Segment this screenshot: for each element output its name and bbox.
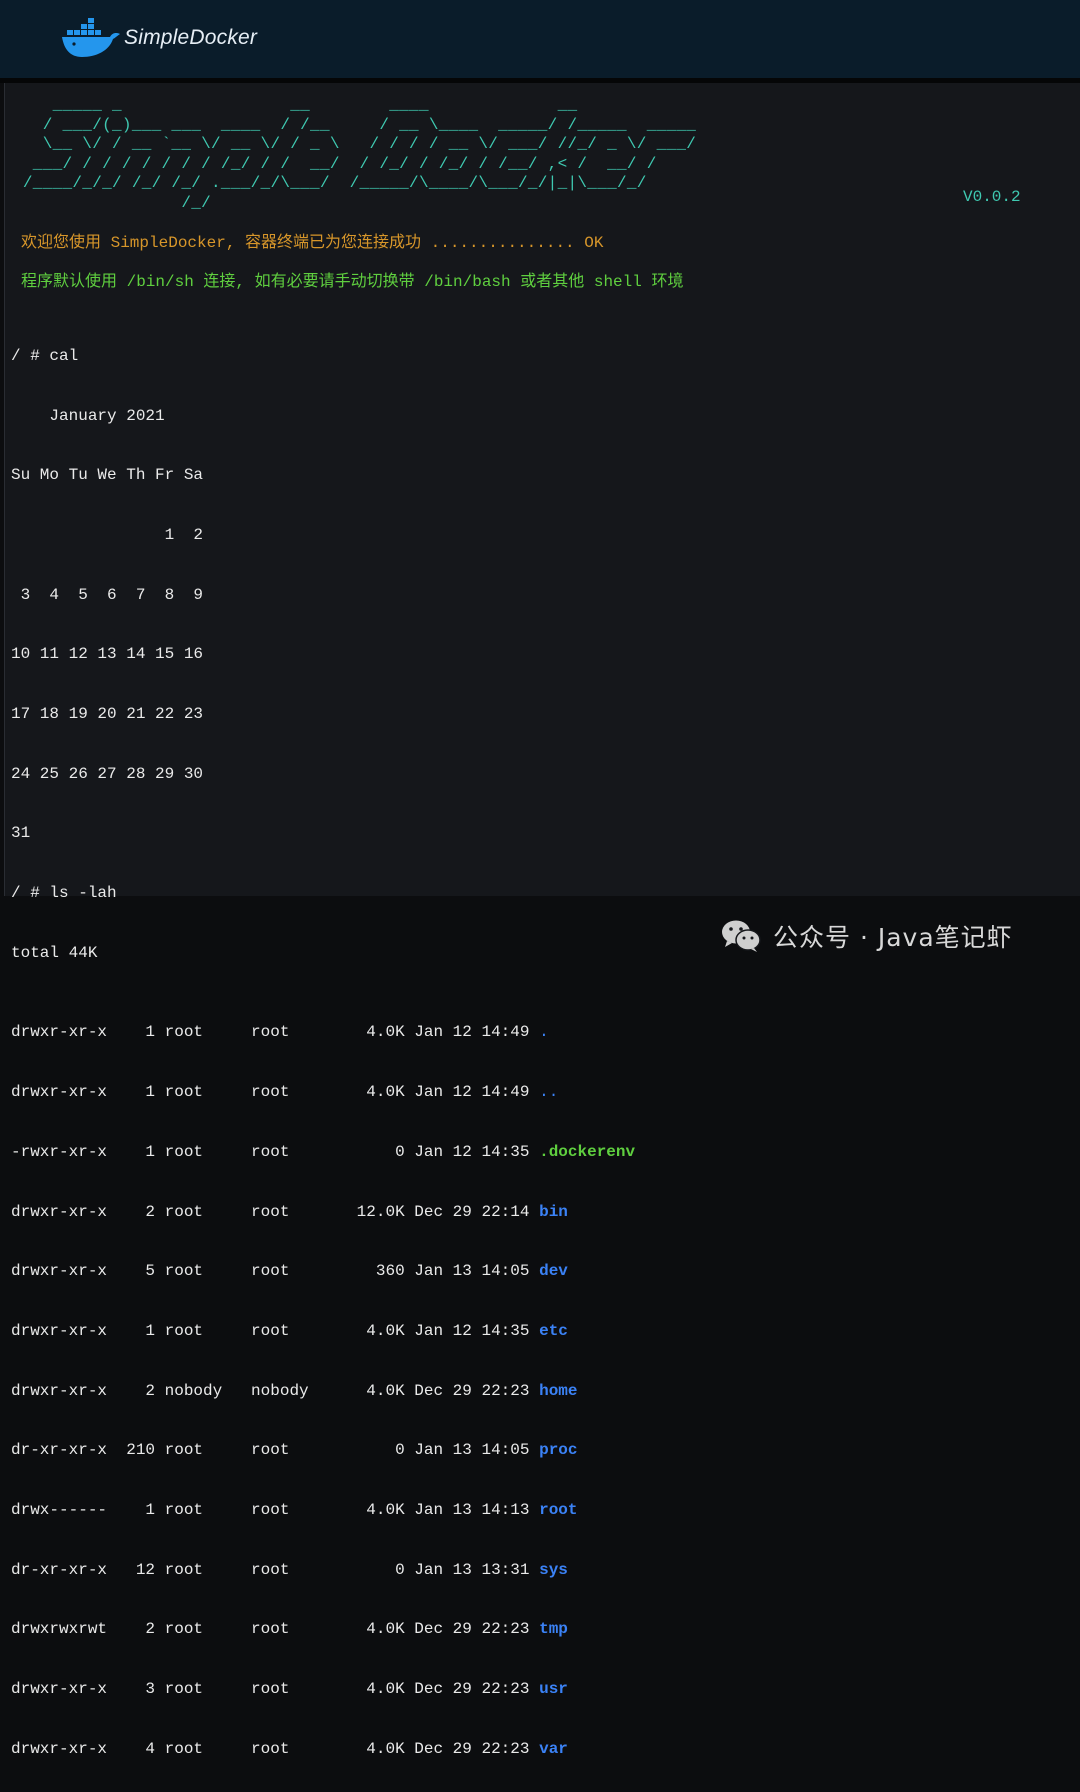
ls-row-name: var [539, 1739, 568, 1758]
ls-row: drwxr-xr-x 4 root root 4.0K Dec 29 22:23… [11, 1740, 635, 1760]
ls-row: drwxr-xr-x 1 root root 4.0K Jan 12 14:49… [11, 1083, 635, 1103]
ls-row-name: bin [539, 1202, 568, 1221]
ls-row-name: sys [539, 1560, 568, 1579]
ls-row-meta: -rwxr-xr-x 1 root root 0 Jan 12 14:35 [11, 1142, 540, 1161]
ls-row: -rwxr-xr-x 1 root root 0 Jan 12 14:35 .d… [11, 1143, 635, 1163]
ls-row: drwxrwxrwt 2 root root 4.0K Dec 29 22:23… [11, 1620, 635, 1640]
cal-line: 31 [11, 824, 31, 843]
welcome-message: 欢迎您使用 SimpleDocker, 容器终端已为您连接成功 ........… [21, 234, 604, 252]
ascii-banner: _____ _ __ ____ __ / ___/(_)___ ___ ____… [22, 96, 697, 212]
ls-total: total 44K [11, 943, 98, 962]
command-line-cal: / # cal [11, 346, 79, 365]
ls-row: dr-xr-xr-x 12 root root 0 Jan 13 13:31 s… [11, 1561, 635, 1581]
ls-row-name: proc [539, 1441, 578, 1460]
ls-row-meta: drwxr-xr-x 3 root root 4.0K Dec 29 22:23 [11, 1680, 540, 1699]
app-brand-name: SimpleDocker [124, 26, 258, 49]
cal-line: 17 18 19 20 21 22 23 [11, 705, 204, 724]
ls-row-name: home [539, 1381, 578, 1400]
ls-row-meta: drwxr-xr-x 4 root root 4.0K Dec 29 22:23 [11, 1739, 540, 1758]
terminal-window[interactable]: _____ _ __ ____ __ / ___/(_)___ ___ ____… [4, 83, 1080, 1758]
ls-row: dr-xr-xr-x 210 root root 0 Jan 13 14:05 … [11, 1441, 635, 1461]
ls-row: drwxr-xr-x 3 root root 4.0K Dec 29 22:23… [11, 1680, 635, 1700]
version-label: V0.0.2 [963, 188, 1021, 206]
cal-line: 24 25 26 27 28 29 30 [11, 764, 204, 783]
ls-row: drwxr-xr-x 2 root root 12.0K Dec 29 22:1… [11, 1203, 635, 1223]
ls-row-name: etc [539, 1321, 568, 1340]
ls-row-meta: drwx------ 1 root root 4.0K Jan 13 14:13 [11, 1501, 540, 1520]
watermark-text: 公众号 · Java笔记虾 [773, 923, 1013, 952]
ls-row-name: tmp [539, 1620, 568, 1639]
ls-row-name: root [539, 1501, 578, 1520]
ls-row-name: dev [539, 1262, 568, 1281]
ls-row-meta: dr-xr-xr-x 210 root root 0 Jan 13 14:05 [11, 1441, 540, 1460]
cal-line: 1 2 [11, 525, 204, 544]
cal-line: 10 11 12 13 14 15 16 [11, 645, 204, 664]
docker-whale-icon [62, 18, 120, 57]
ls-row-meta: dr-xr-xr-x 12 root root 0 Jan 13 13:31 [11, 1560, 540, 1579]
cal-line: Su Mo Tu We Th Fr Sa [11, 466, 204, 485]
watermark: 公众号 · Java笔记虾 [721, 916, 1013, 956]
ls-row: drwxr-xr-x 1 root root 4.0K Jan 12 14:35… [11, 1322, 635, 1342]
ls-row-name: .. [539, 1083, 559, 1102]
ls-row-name: usr [539, 1680, 568, 1699]
cal-line: 3 4 5 6 7 8 9 [11, 585, 204, 604]
ls-row-meta: drwxrwxrwt 2 root root 4.0K Dec 29 22:23 [11, 1620, 540, 1639]
ls-row-meta: drwxr-xr-x 1 root root 4.0K Jan 12 14:49 [11, 1083, 540, 1102]
ls-row: drwx------ 1 root root 4.0K Jan 13 14:13… [11, 1501, 635, 1521]
terminal-session: / # cal January 2021 Su Mo Tu We Th Fr S… [11, 307, 635, 1792]
ls-row: drwxr-xr-x 5 root root 360 Jan 13 14:05 … [11, 1262, 635, 1282]
shell-info-message: 程序默认使用 /bin/sh 连接, 如有必要请手动切换带 /bin/bash … [21, 273, 684, 291]
ls-row-name: .dockerenv [539, 1142, 636, 1161]
ls-row-meta: drwxr-xr-x 2 nobody nobody 4.0K Dec 29 2… [11, 1381, 540, 1400]
wechat-icon [722, 920, 761, 952]
ls-row-name: . [539, 1023, 549, 1042]
app-header: SimpleDocker [0, 0, 1080, 78]
ls-row: drwxr-xr-x 2 nobody nobody 4.0K Dec 29 2… [11, 1382, 635, 1402]
ls-row-meta: drwxr-xr-x 2 root root 12.0K Dec 29 22:1… [11, 1202, 540, 1221]
ls-row-meta: drwxr-xr-x 5 root root 360 Jan 13 14:05 [11, 1262, 540, 1281]
command-line-ls: / # ls -lah [11, 884, 117, 903]
ls-row-meta: drwxr-xr-x 1 root root 4.0K Jan 12 14:35 [11, 1321, 540, 1340]
ls-row: drwxr-xr-x 1 root root 4.0K Jan 12 14:49… [11, 1023, 635, 1043]
ls-row-meta: drwxr-xr-x 1 root root 4.0K Jan 12 14:49 [11, 1023, 540, 1042]
cal-line: January 2021 [11, 406, 165, 425]
